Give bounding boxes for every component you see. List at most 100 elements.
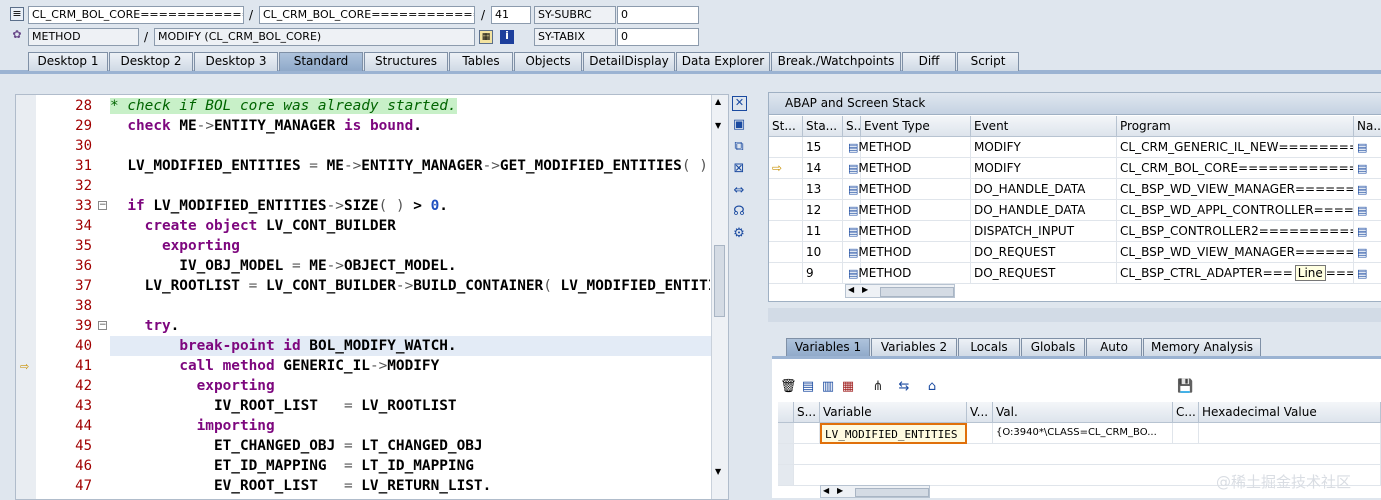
tab-structures[interactable]: Structures	[364, 52, 448, 71]
resize-icon[interactable]: ⇔	[731, 183, 747, 199]
tab-script[interactable]: Script	[957, 52, 1019, 71]
stack-event[interactable]: DO_HANDLE_DATA	[971, 179, 1117, 200]
stack-event-type[interactable]: ▤METHOD	[845, 179, 971, 200]
tab-globals[interactable]: Globals	[1021, 338, 1085, 357]
tab-variables-1[interactable]: Variables 1	[786, 338, 870, 357]
col-header[interactable]: Sta...	[803, 116, 843, 137]
stack-event-type[interactable]: ▤METHOD	[845, 242, 971, 263]
stack-program[interactable]: CL_BSP_CTRL_ADAPTER===Line====...	[1117, 263, 1354, 284]
row-selector[interactable]	[778, 444, 794, 465]
scroll-down-icon[interactable]: ▼	[715, 467, 721, 476]
tab-desktop-3[interactable]: Desktop 3	[194, 52, 278, 71]
col-header[interactable]: S...	[794, 402, 820, 423]
stack-program[interactable]: CL_CRM_BOL_CORE==============...	[1117, 158, 1354, 179]
stack-event[interactable]: DISPATCH_INPUT	[971, 221, 1117, 242]
scroll-up-icon[interactable]: ▲	[715, 97, 721, 106]
scroll-thumb[interactable]	[880, 287, 954, 297]
col-header[interactable]: Na...	[1354, 116, 1381, 137]
stack-event-type[interactable]: ▤METHOD	[845, 158, 971, 179]
line-number-field[interactable]: 41	[491, 6, 531, 24]
maximize-icon[interactable]: ⊠	[731, 161, 747, 177]
col-header[interactable]: Variable	[820, 402, 967, 423]
navigate-icon[interactable]: ▤	[1357, 225, 1367, 238]
import-icon[interactable]: ▤	[800, 379, 816, 395]
tab-auto[interactable]: Auto	[1086, 338, 1142, 357]
scroll-down-icon[interactable]: ▼	[715, 121, 721, 130]
scroll-right-icon[interactable]: ▶	[862, 285, 868, 294]
stack-nav[interactable]: ▤	[1354, 179, 1381, 200]
navigate-icon[interactable]: ▤	[1357, 183, 1367, 196]
scroll-left-icon[interactable]: ◀	[823, 486, 829, 495]
new-tool-icon[interactable]: ▣	[731, 117, 747, 133]
tab-diff[interactable]: Diff	[902, 52, 956, 71]
tab-detaildisplay[interactable]: DetailDisplay	[583, 52, 675, 71]
stack-nav[interactable]: ▤	[1354, 200, 1381, 221]
var-name-input[interactable]: LV_MODIFIED_ENTITIES	[820, 423, 967, 444]
var-value[interactable]: {O:3940*\CLASS=CL_CRM_BO...	[993, 423, 1173, 444]
stack-event[interactable]: MODIFY	[971, 137, 1117, 158]
save-layout-icon[interactable]: ▦	[840, 379, 856, 395]
fold-toggle-icon[interactable]: −	[98, 321, 107, 330]
save-icon[interactable]: 💾	[1177, 379, 1193, 395]
tab-standard[interactable]: Standard	[279, 52, 363, 71]
stack-event[interactable]: DO_REQUEST	[971, 242, 1117, 263]
stack-program[interactable]: CL_BSP_WD_VIEW_MANAGER======...	[1117, 242, 1354, 263]
stack-event-type[interactable]: ▤METHOD	[845, 137, 971, 158]
tab-desktop-1[interactable]: Desktop 1	[28, 52, 108, 71]
include-field[interactable]: CL_CRM_BOL_CORE===============...	[259, 6, 475, 24]
navigate-icon[interactable]: ▤	[1357, 162, 1367, 175]
tab-tables[interactable]: Tables	[449, 52, 513, 71]
col-header[interactable]: S...	[843, 116, 861, 137]
source-editor[interactable]: 28 * check if BOL core was already start…	[15, 94, 729, 500]
stack-event[interactable]: MODIFY	[971, 158, 1117, 179]
services-icon[interactable]: ☊	[731, 204, 747, 220]
editor-vertical-scrollbar[interactable]: ▲ ▼ ▼	[711, 95, 728, 499]
breakpoint-gutter[interactable]	[16, 95, 37, 499]
stack-event-type[interactable]: ▤METHOD	[845, 221, 971, 242]
stack-nav[interactable]: ▤	[1354, 221, 1381, 242]
close-icon[interactable]: ✕	[732, 96, 747, 111]
empty-row[interactable]	[794, 444, 1381, 465]
scroll-left-icon[interactable]: ◀	[848, 285, 854, 294]
tab-data-explorer[interactable]: Data Explorer	[676, 52, 770, 71]
stack-nav[interactable]: ▤	[1354, 158, 1381, 179]
scroll-thumb[interactable]	[714, 245, 725, 317]
display-source-icon[interactable]: ▦	[479, 30, 493, 44]
tab-memory-analysis[interactable]: Memory Analysis	[1143, 338, 1261, 357]
navigate-icon[interactable]: ▤	[1357, 246, 1367, 259]
info-icon[interactable]: i	[500, 30, 514, 44]
col-header[interactable]: Program	[1117, 116, 1354, 137]
vars-hscroll[interactable]: ◀ ▶	[820, 485, 930, 498]
tab-locals[interactable]: Locals	[958, 338, 1020, 357]
export-icon[interactable]: ▥	[820, 379, 836, 395]
stack-hscroll[interactable]: ◀ ▶	[845, 284, 955, 298]
row-selector[interactable]	[778, 423, 794, 444]
tab-variables-2[interactable]: Variables 2	[871, 338, 957, 357]
navigate-icon[interactable]: ▤	[1357, 141, 1367, 154]
fold-toggle-icon[interactable]: −	[98, 201, 107, 210]
stack-event[interactable]: DO_REQUEST	[971, 263, 1117, 284]
scroll-right-icon[interactable]: ▶	[837, 486, 843, 495]
row-selector[interactable]	[778, 465, 794, 486]
col-header[interactable]: C...	[1173, 402, 1199, 423]
stack-nav[interactable]: ▤	[1354, 242, 1381, 263]
hierarchy-icon[interactable]: ⋔	[870, 379, 886, 395]
navigate-icon[interactable]: ▤	[1357, 267, 1367, 280]
transfer-icon[interactable]: ⇆	[896, 379, 912, 395]
col-header[interactable]: V...	[967, 402, 993, 423]
stack-program[interactable]: CL_BSP_CONTROLLER2===========...	[1117, 221, 1354, 242]
stack-event-type[interactable]: ▤METHOD	[845, 263, 971, 284]
stack-event[interactable]: DO_HANDLE_DATA	[971, 200, 1117, 221]
pane-splitter[interactable]	[768, 308, 1381, 322]
settings-icon[interactable]: ⚙	[731, 226, 747, 242]
stack-program[interactable]: CL_BSP_WD_APPL_CONTROLLER=====...	[1117, 200, 1354, 221]
tab-break-watchpoints[interactable]: Break./Watchpoints	[771, 52, 901, 71]
navigate-icon[interactable]: ▤	[1357, 204, 1367, 217]
folder-icon[interactable]: ⌂	[924, 379, 940, 395]
stack-event-type[interactable]: ▤METHOD	[845, 200, 971, 221]
delete-icon[interactable]: 🗑	[780, 379, 797, 395]
col-header[interactable]: St...	[769, 116, 803, 137]
stack-program[interactable]: CL_CRM_GENERIC_IL_NEW========...	[1117, 137, 1354, 158]
program-field[interactable]: CL_CRM_BOL_CORE===============...	[28, 6, 244, 24]
stack-nav[interactable]: ▤	[1354, 263, 1381, 284]
